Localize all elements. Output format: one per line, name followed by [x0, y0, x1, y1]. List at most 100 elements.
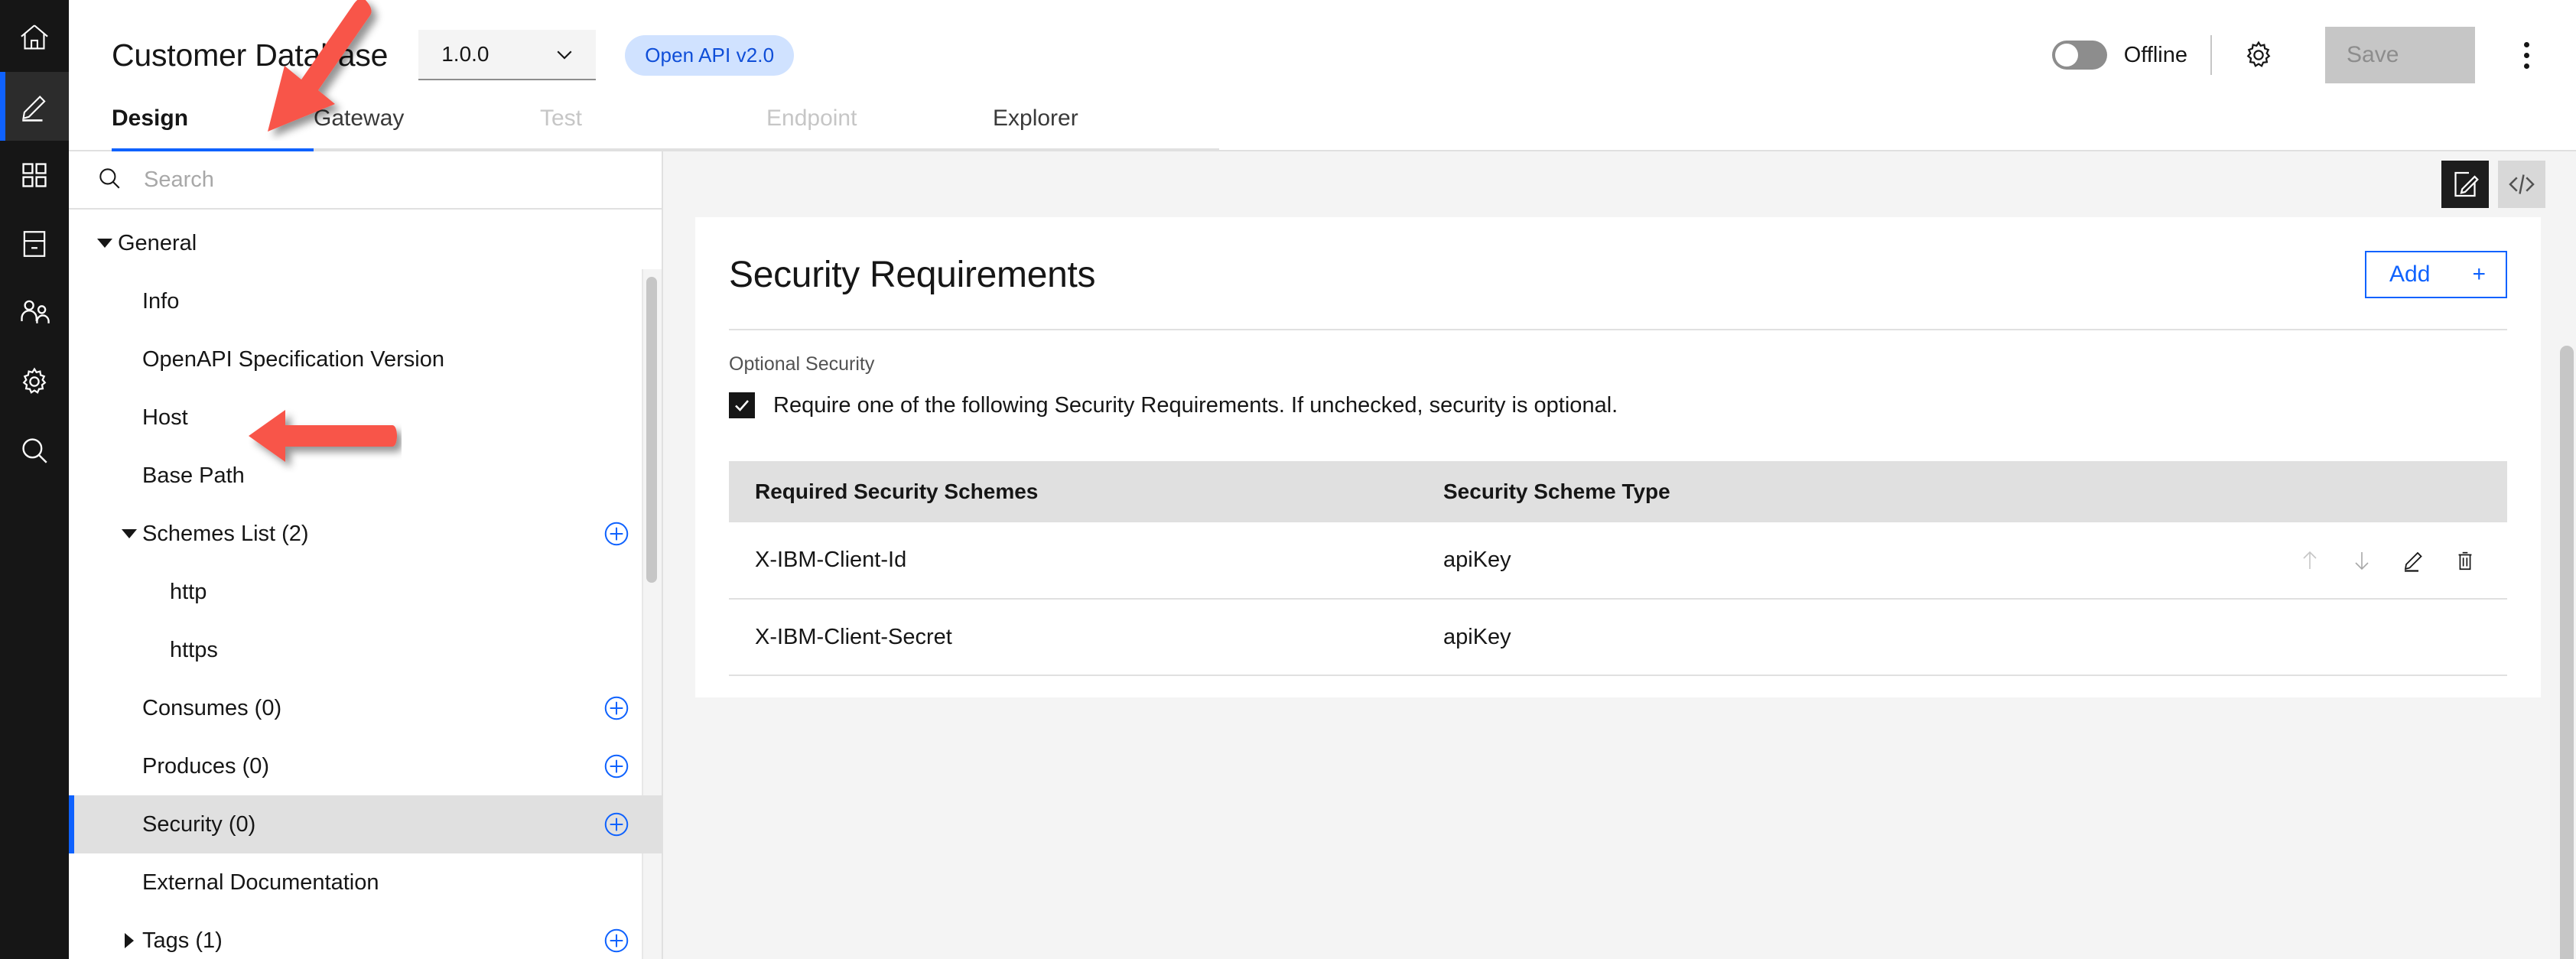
- optional-security-label: Optional Security: [729, 353, 875, 375]
- rail-item-catalog[interactable]: [0, 210, 69, 278]
- cell-scheme-name: X-IBM-Client-Secret: [729, 599, 1417, 676]
- table-header-row: Required Security Schemes Security Schem…: [729, 461, 2507, 522]
- move-up-icon[interactable]: [2298, 548, 2322, 573]
- tab-gateway[interactable]: Gateway: [314, 106, 540, 153]
- require-security-label: Require one of the following Security Re…: [773, 392, 1618, 418]
- tree-node-external-documentation[interactable]: External Documentation: [69, 853, 662, 912]
- gear-icon: [22, 367, 47, 394]
- tree-node-openapi-specification-version[interactable]: OpenAPI Specification Version: [69, 330, 662, 388]
- tree-node-label: Schemes List (2): [142, 521, 309, 546]
- chevron-down-icon[interactable]: [116, 529, 142, 538]
- tree-node-info[interactable]: Info: [69, 272, 662, 330]
- cell-scheme-type: apiKey: [1417, 599, 2106, 676]
- table-row[interactable]: X-IBM-Client-Secret apiKey: [729, 599, 2507, 676]
- tab-test: Test: [540, 106, 766, 153]
- editor-content: Security Requirements Add + Optional Sec…: [663, 151, 2576, 959]
- tree-node-tags[interactable]: Tags (1): [69, 912, 662, 959]
- outline-tree: General Info OpenAPI Specification Versi…: [69, 210, 662, 959]
- tree-node-label: General: [118, 230, 197, 255]
- apps-grid-icon: [22, 163, 47, 187]
- page-scrollbar-thumb[interactable]: [2560, 346, 2574, 959]
- rail-item-products[interactable]: [0, 141, 69, 210]
- header-divider: [2210, 35, 2212, 75]
- tree-node-https[interactable]: https: [69, 621, 662, 679]
- column-header-required-security-schemes: Required Security Schemes: [729, 461, 1417, 522]
- pencil-edit-icon: [22, 96, 46, 122]
- tree-node-label: External Documentation: [142, 870, 379, 895]
- section-title: Security Requirements: [729, 254, 1096, 295]
- chevron-down-icon: [553, 43, 576, 66]
- code-brackets-icon: [2509, 174, 2535, 194]
- cell-row-actions: [2106, 599, 2507, 676]
- tree-node-produces[interactable]: Produces (0): [69, 737, 662, 795]
- search-icon: [22, 438, 47, 463]
- tree-node-label: Security (0): [142, 811, 256, 837]
- global-nav-rail: [0, 0, 69, 959]
- checkmark-icon: [735, 400, 749, 411]
- cell-scheme-type: apiKey: [1417, 522, 2106, 600]
- add-scheme-icon[interactable]: [602, 519, 631, 548]
- tree-node-label: Consumes (0): [142, 695, 282, 720]
- overflow-menu-button[interactable]: [2503, 31, 2550, 79]
- add-consumes-icon[interactable]: [602, 694, 631, 723]
- tree-node-label: OpenAPI Specification Version: [142, 346, 444, 372]
- security-requirements-table: Required Security Schemes Security Schem…: [729, 461, 2507, 676]
- add-requirement-button[interactable]: Add +: [2365, 251, 2507, 298]
- tree-node-base-path[interactable]: Base Path: [69, 447, 662, 505]
- tree-node-host[interactable]: Host: [69, 388, 662, 447]
- row-action-group: [2132, 548, 2507, 573]
- table-body: X-IBM-Client-Id apiKey X-IBM-Client-Secr…: [729, 522, 2507, 676]
- page-title: Customer Database: [112, 37, 389, 73]
- source-view-button[interactable]: [2498, 161, 2545, 208]
- settings-button[interactable]: [2235, 31, 2282, 79]
- rail-item-members[interactable]: [0, 278, 69, 347]
- search-icon: [96, 165, 122, 195]
- chevron-down-icon[interactable]: [92, 239, 118, 248]
- rail-item-settings[interactable]: [0, 347, 69, 416]
- page-scrollbar-track[interactable]: [2558, 151, 2576, 959]
- form-view-button[interactable]: [2441, 161, 2489, 208]
- tab-design[interactable]: Design: [112, 106, 314, 153]
- version-select-value: 1.0.0: [441, 42, 490, 66]
- kebab-dot: [2523, 41, 2529, 47]
- members-people-icon: [21, 300, 50, 323]
- tab-explorer[interactable]: Explorer: [993, 106, 1219, 153]
- rail-item-search[interactable]: [0, 416, 69, 485]
- tab-endpoint: Endpoint: [766, 106, 993, 153]
- table-header: Required Security Schemes Security Schem…: [729, 461, 2507, 522]
- add-tag-icon[interactable]: [602, 926, 631, 955]
- chevron-right-icon[interactable]: [116, 933, 142, 948]
- tree-node-consumes[interactable]: Consumes (0): [69, 679, 662, 737]
- add-produces-icon[interactable]: [602, 752, 631, 781]
- view-mode-toggle: [663, 151, 2576, 217]
- edit-icon[interactable]: [2402, 548, 2426, 573]
- rail-item-home[interactable]: [0, 3, 69, 72]
- tree-node-label: http: [170, 579, 207, 604]
- column-header-actions: [2106, 461, 2507, 522]
- add-security-icon[interactable]: [602, 810, 631, 839]
- require-security-checkbox[interactable]: [729, 392, 755, 418]
- sidebar-search-row: [69, 151, 662, 210]
- tree-node-label: Tags (1): [142, 928, 223, 953]
- api-designer-window: Customer Database 1.0.0 Open API v2.0 Of…: [0, 0, 2576, 959]
- search-input[interactable]: [144, 167, 636, 193]
- require-security-row: Require one of the following Security Re…: [695, 375, 2541, 418]
- version-select[interactable]: 1.0.0: [418, 30, 597, 80]
- rail-item-design[interactable]: [0, 72, 69, 141]
- save-button[interactable]: Save: [2325, 27, 2475, 83]
- table-row[interactable]: X-IBM-Client-Id apiKey: [729, 522, 2507, 600]
- design-outline-sidebar: General Info OpenAPI Specification Versi…: [69, 151, 663, 959]
- card-header: Security Requirements Add +: [695, 217, 2541, 298]
- gear-icon: [2246, 41, 2271, 67]
- openapi-version-badge: Open API v2.0: [625, 34, 795, 76]
- tree-node-http[interactable]: http: [69, 563, 662, 621]
- tree-node-general[interactable]: General: [69, 214, 662, 272]
- tree-node-label: Info: [142, 288, 180, 314]
- tree-node-schemes-list[interactable]: Schemes List (2): [69, 505, 662, 563]
- move-down-icon[interactable]: [2350, 548, 2374, 573]
- delete-icon[interactable]: [2454, 549, 2477, 572]
- primary-tabs: Design Gateway Test Endpoint Explorer: [69, 106, 2576, 153]
- tree-node-security[interactable]: Security (0): [69, 795, 662, 853]
- online-toggle[interactable]: [2051, 41, 2107, 70]
- home-icon: [21, 24, 48, 50]
